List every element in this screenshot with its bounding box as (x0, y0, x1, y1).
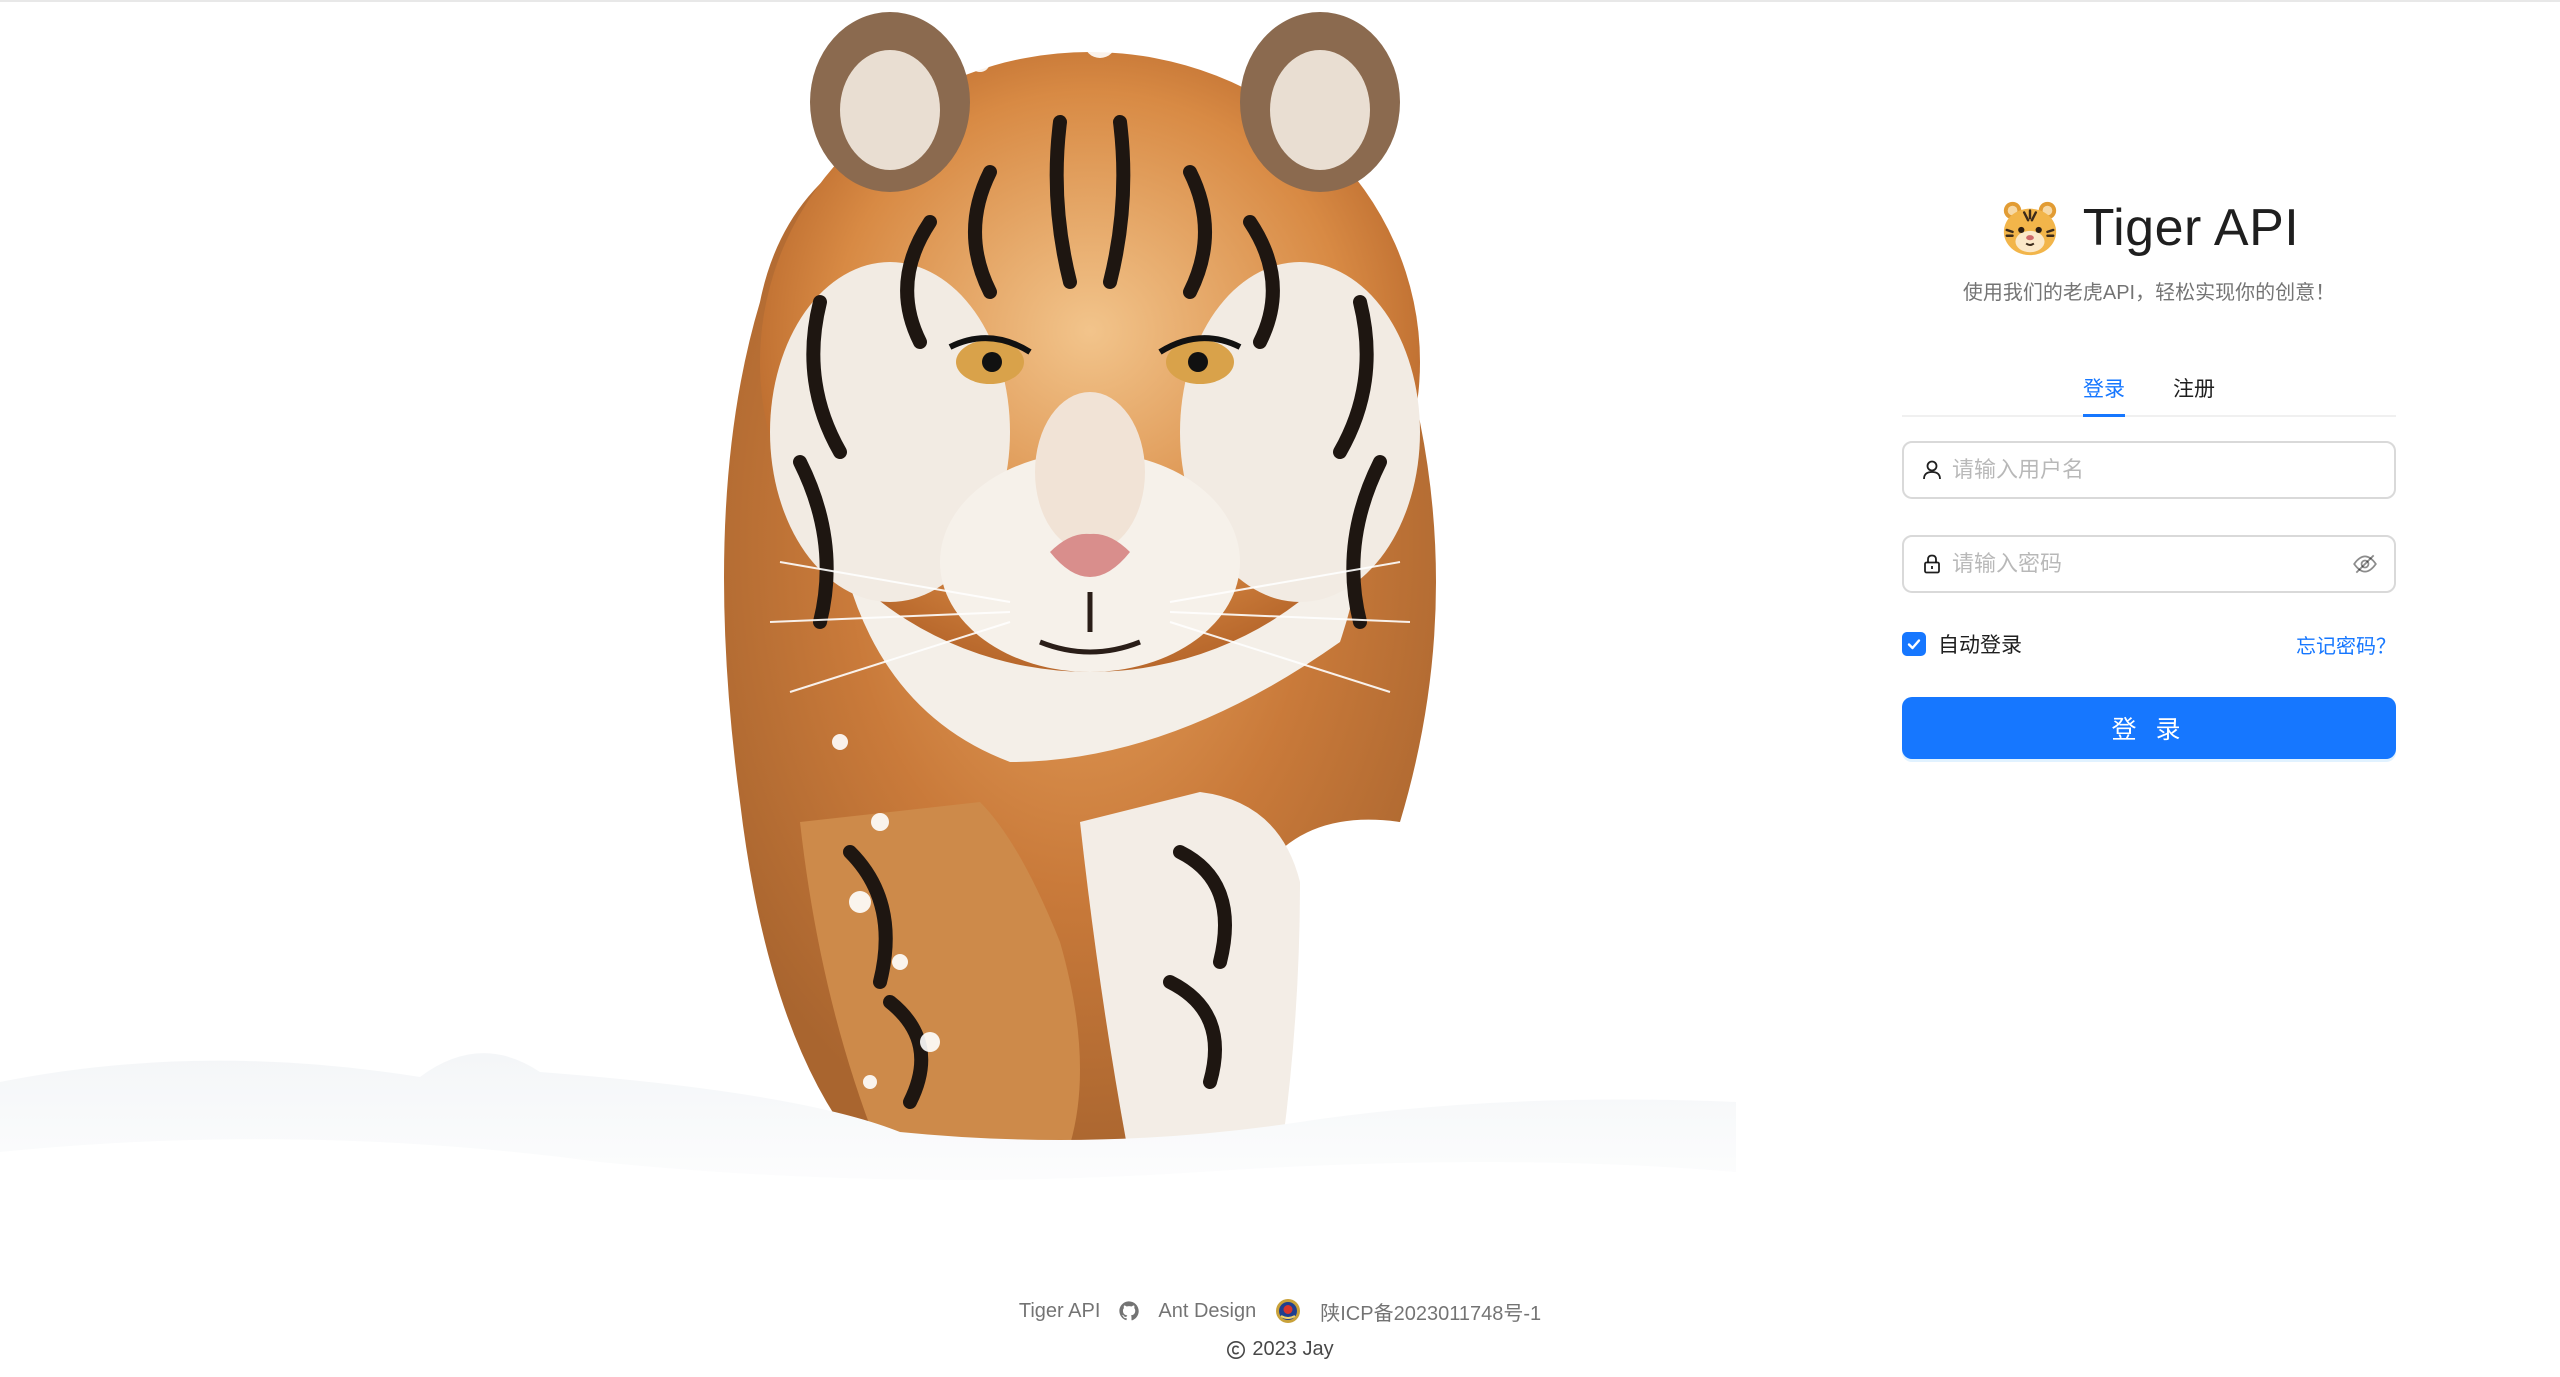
police-badge-icon (1276, 1299, 1301, 1323)
tab-register[interactable]: 注册 (2173, 367, 2215, 415)
copyright: 2023 Jay (0, 1338, 2560, 1361)
login-panel: Tiger API 使用我们的老虎API，轻松实现你的创意！ 登录 注册 请输入… (1902, 190, 2396, 759)
brand-header: Tiger API (1902, 190, 2396, 266)
brand-title: Tiger API (2082, 199, 2300, 257)
tab-login[interactable]: 登录 (2083, 367, 2125, 417)
login-options: 自动登录 忘记密码？ (1902, 629, 2396, 659)
checkbox-checked-icon[interactable] (1902, 632, 1926, 656)
eye-invisible-icon[interactable] (2352, 551, 2378, 577)
username-input[interactable] (1952, 457, 2378, 483)
copyright-text: 2023 Jay (1252, 1338, 1334, 1360)
footer: Tiger API Ant Design 陕ICP备2023011748号-1 … (0, 1296, 2560, 1361)
auto-login-label: 自动登录 (1938, 634, 2022, 657)
login-tabs: 登录 注册 (1902, 367, 2396, 417)
password-input[interactable] (1952, 551, 2352, 577)
forgot-password-link[interactable]: 忘记密码？ (2296, 630, 2396, 659)
github-icon[interactable] (1118, 1300, 1140, 1322)
copyright-icon (1227, 1340, 1246, 1359)
password-field (1902, 535, 2396, 593)
user-icon (1923, 460, 1941, 480)
tiger-emoji-icon (2003, 201, 2056, 256)
lock-icon (1924, 554, 1940, 574)
footer-link-icp[interactable]: 陕ICP备2023011748号-1 (1320, 1297, 1541, 1326)
hero-tiger-image (0, 2, 1736, 1227)
footer-link-ant-design[interactable]: Ant Design (1158, 1300, 1256, 1323)
auto-login-checkbox[interactable]: 自动登录 (1902, 629, 2022, 659)
footer-links: Tiger API Ant Design 陕ICP备2023011748号-1 (0, 1296, 2560, 1326)
username-field (1902, 441, 2396, 499)
footer-link-tiger-api[interactable]: Tiger API (1019, 1300, 1101, 1323)
brand-subtitle: 使用我们的老虎API，轻松实现你的创意！ (1962, 282, 2336, 304)
login-submit-button[interactable]: 登 录 (1902, 697, 2396, 759)
